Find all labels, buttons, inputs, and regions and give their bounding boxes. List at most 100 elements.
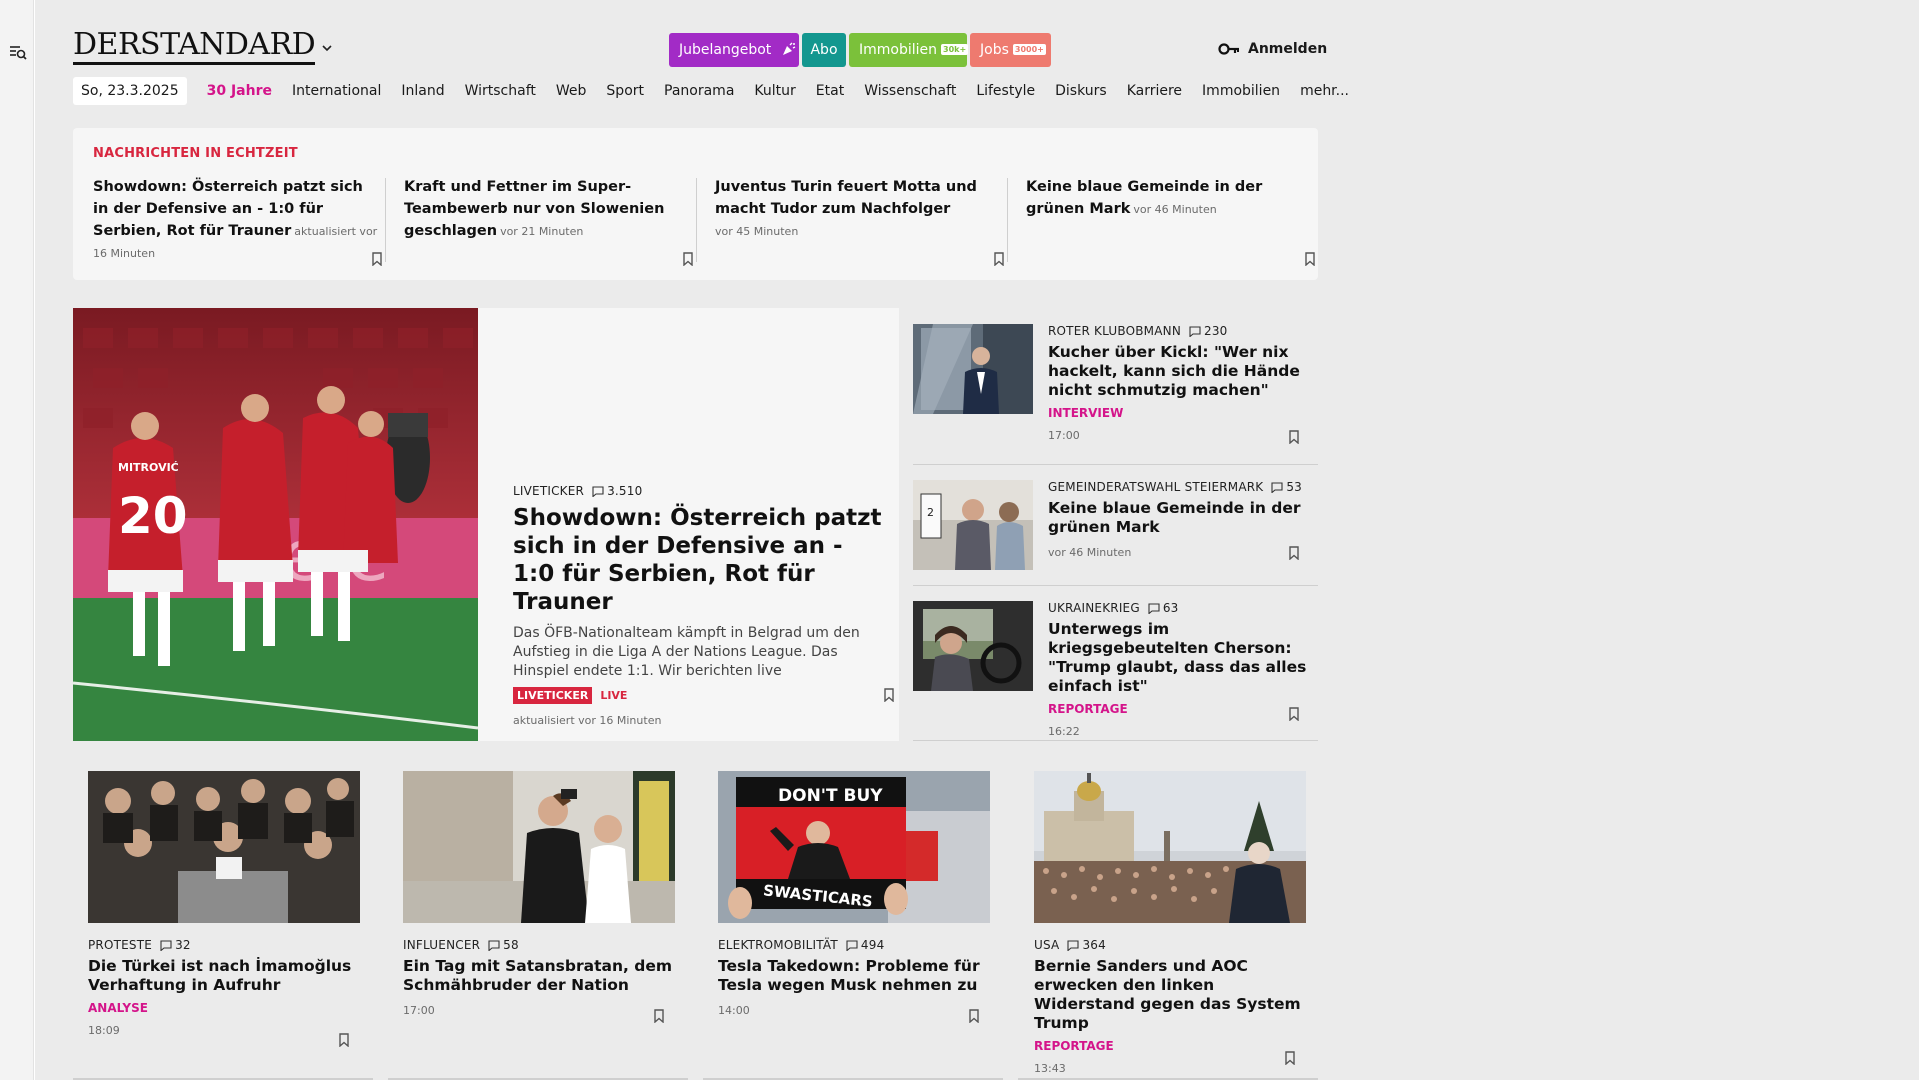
bookmark-icon[interactable] <box>1304 252 1316 266</box>
nav-item-immobilien[interactable]: Immobilien <box>1202 83 1280 99</box>
story-card-title[interactable]: Die Türkei ist nach İmamoğlus Verhaftung… <box>88 957 360 995</box>
realtime-item-title: Juventus Turin feuert Motta und macht Tu… <box>715 179 977 217</box>
story-card-time: 18:09 <box>88 1024 120 1037</box>
abo-button[interactable]: Abo <box>802 33 846 67</box>
realtime-divider <box>696 178 697 262</box>
realtime-item[interactable]: Showdown: Österreich patzt sich in der D… <box>93 176 383 268</box>
story-card[interactable]: USA 364 Bernie Sanders und AOC erwecken … <box>1034 771 1306 1075</box>
story-card-image <box>1034 771 1306 923</box>
lead-title[interactable]: Showdown: Österreich patzt sich in der D… <box>513 504 883 616</box>
story-card-format-label: REPORTAGE <box>1034 1039 1114 1053</box>
story-card[interactable]: DON'T BUY SWASTICARS ELEKTROMOBILITÄT 49… <box>718 771 990 1023</box>
story-card-title[interactable]: Tesla Takedown: Probleme für Tesla wegen… <box>718 957 990 995</box>
realtime-item[interactable]: Keine blaue Gemeinde in der grünen Mark v… <box>1026 176 1316 268</box>
bookmark-icon[interactable] <box>682 252 694 266</box>
nav-item-web[interactable]: Web <box>556 83 587 99</box>
side-kicker-label: GEMEINDERATSWAHL STEIERMARK <box>1048 480 1264 494</box>
bookmark-icon[interactable] <box>338 1033 350 1047</box>
comment-count-value: 230 <box>1204 324 1228 338</box>
lead-teaser: Das ÖFB-Nationalteam kämpft in Belgrad u… <box>513 625 860 679</box>
side-story-title[interactable]: Kucher über Kickl: "Wer nix hackelt, kan… <box>1048 343 1313 400</box>
bookmark-icon[interactable] <box>1288 430 1300 444</box>
immobilien-count-tag: 30k+ <box>941 44 969 55</box>
comment-count[interactable]: 494 <box>846 938 885 952</box>
nav-item-mehr[interactable]: mehr... <box>1300 83 1349 99</box>
realtime-item-time: vor 21 Minuten <box>500 225 584 238</box>
immobilien-label: Immobilien <box>859 42 938 58</box>
nav-item-kultur[interactable]: Kultur <box>754 83 795 99</box>
side-kicker: ROTER KLUBOBMANN 230 <box>1048 324 1313 338</box>
side-kicker-label: UKRAINEKRIEG <box>1048 601 1140 615</box>
immobilien-button[interactable]: Immobilien 30k+ <box>849 33 969 67</box>
nav-item-wissenschaft[interactable]: Wissenschaft <box>864 83 956 99</box>
bookmark-icon[interactable] <box>1284 1051 1296 1065</box>
bookmark-icon[interactable] <box>993 252 1005 266</box>
comment-count[interactable]: 364 <box>1067 938 1106 952</box>
side-story-format-label: REPORTAGE <box>1048 702 1128 716</box>
jobs-button[interactable]: Jobs 3000+ <box>970 33 1051 67</box>
confetti-icon <box>782 42 796 55</box>
card-kicker: PROTESTE 32 <box>88 938 360 952</box>
site-logo[interactable]: DERSTANDARD <box>73 28 316 65</box>
nav-item-wirtschaft[interactable]: Wirtschaft <box>465 83 536 99</box>
realtime-item[interactable]: Kraft und Fettner im Super-Teambewerb nu… <box>404 176 694 268</box>
lead-story-image: Le e <box>73 308 478 741</box>
lead-updated-time: aktualisiert vor 16 Minuten <box>513 714 662 727</box>
realtime-item[interactable]: Juventus Turin feuert Motta und macht Tu… <box>715 176 1005 268</box>
bookmark-icon[interactable] <box>371 252 383 266</box>
comment-count[interactable]: 58 <box>488 938 519 952</box>
side-story[interactable]: UKRAINEKRIEG 63 Unterwegs im kriegsgebeu… <box>913 601 1318 738</box>
card-kicker: USA 364 <box>1034 938 1306 952</box>
side-story-title[interactable]: Keine blaue Gemeinde in der grünen Mark <box>1048 499 1313 537</box>
nav-item-inland[interactable]: Inland <box>401 83 444 99</box>
nav-item-sport[interactable]: Sport <box>606 83 644 99</box>
liveticker-badge: LIVETICKER <box>513 687 593 704</box>
side-story-time: 16:22 <box>1048 725 1080 738</box>
comment-icon <box>846 939 858 951</box>
story-card-title[interactable]: Bernie Sanders und AOC erwecken den link… <box>1034 957 1306 1033</box>
story-card-image: DON'T BUY SWASTICARS <box>718 771 990 923</box>
side-kicker: UKRAINEKRIEG 63 <box>1048 601 1313 615</box>
nav-item-panorama[interactable]: Panorama <box>664 83 734 99</box>
jersey-number: 20 <box>118 487 188 545</box>
comment-count-value: 58 <box>503 938 519 952</box>
login-button[interactable]: Anmelden <box>1218 38 1327 60</box>
bookmark-icon[interactable] <box>653 1009 665 1023</box>
nav-item-etat[interactable]: Etat <box>816 83 844 99</box>
story-card-title[interactable]: Ein Tag mit Satansbratan, dem Schmähbrud… <box>403 957 675 995</box>
side-story[interactable]: 2 GEMEINDERATSWAHL STEIERMARK 53 Keine b… <box>913 480 1318 580</box>
jubelangebot-button[interactable]: Jubelangebot <box>669 33 799 67</box>
jobs-label: Jobs <box>980 42 1009 58</box>
comment-count[interactable]: 63 <box>1148 601 1179 615</box>
bookmark-icon[interactable] <box>1288 707 1300 721</box>
comment-icon <box>1189 325 1201 337</box>
story-card[interactable]: INFLUENCER 58 Ein Tag mit Satansbratan, … <box>403 771 675 1023</box>
current-date: So, 23.3.2025 <box>73 77 187 105</box>
lead-story[interactable]: Le e <box>73 308 899 741</box>
bookmark-icon[interactable] <box>1288 546 1300 560</box>
side-kicker-label: ROTER KLUBOBMANN <box>1048 324 1182 338</box>
comment-count-value: 63 <box>1162 601 1179 615</box>
lead-kicker-label: LIVETICKER <box>513 484 585 498</box>
story-card[interactable]: PROTESTE 32 Die Türkei ist nach İmamoğlu… <box>88 771 360 1047</box>
side-story-title[interactable]: Unterwegs im kriegsgebeutelten Cherson: … <box>1048 620 1313 696</box>
live-label: LIVE <box>600 689 628 702</box>
side-story[interactable]: ROTER KLUBOBMANN 230 Kucher über Kickl: … <box>913 324 1318 454</box>
comment-icon <box>488 939 500 951</box>
nav-item-karriere[interactable]: Karriere <box>1127 83 1182 99</box>
comment-count[interactable]: 53 <box>1271 480 1302 494</box>
nav-item-diskurs[interactable]: Diskurs <box>1055 83 1107 99</box>
comment-count[interactable]: 3.510 <box>592 484 642 498</box>
story-card-image <box>403 771 675 923</box>
jersey-name: MITROVIĆ <box>118 461 179 474</box>
bookmark-icon[interactable] <box>968 1009 980 1023</box>
nav-item-lifestyle[interactable]: Lifestyle <box>976 83 1035 99</box>
side-story-text: UKRAINEKRIEG 63 Unterwegs im kriegsgebeu… <box>1048 601 1313 738</box>
comment-count[interactable]: 32 <box>160 938 191 952</box>
bookmark-icon[interactable] <box>883 688 895 702</box>
nav-item-international[interactable]: International <box>292 83 381 99</box>
comment-count[interactable]: 230 <box>1189 324 1228 338</box>
chevron-down-icon[interactable] <box>319 40 335 56</box>
search-menu-icon[interactable] <box>8 42 28 62</box>
nav-item-30-jahre[interactable]: 30 Jahre <box>207 83 272 99</box>
